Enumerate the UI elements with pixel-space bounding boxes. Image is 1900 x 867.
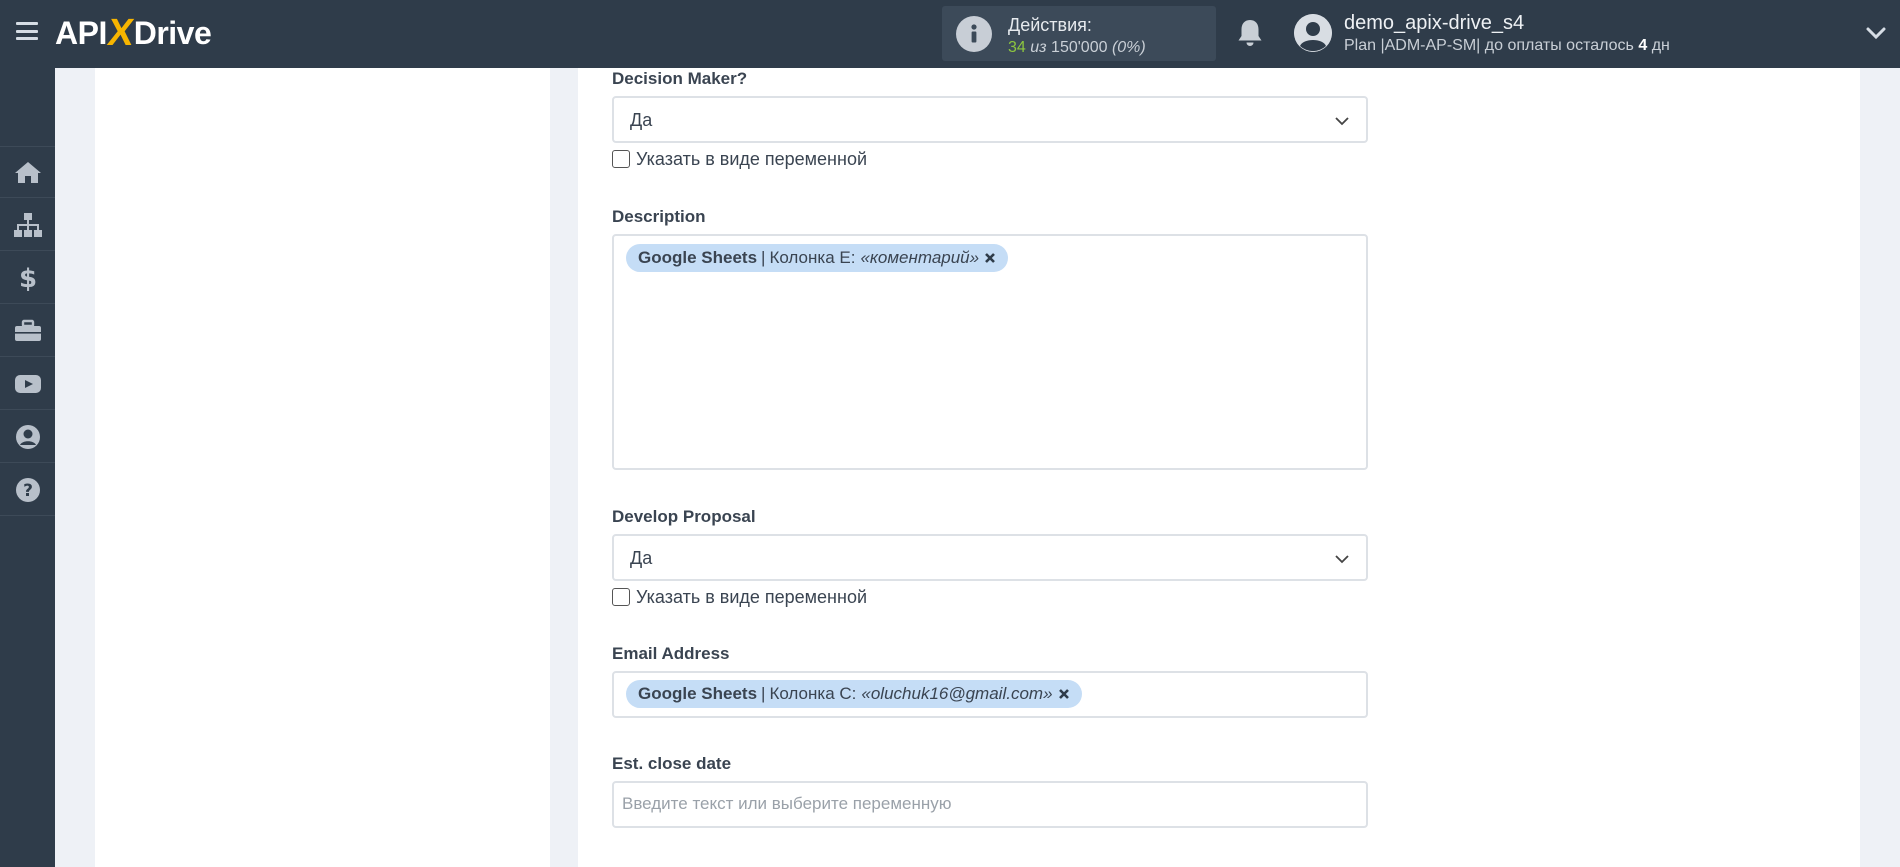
tag-separator: | [761,684,766,703]
develop-proposal-value: Да [630,548,653,568]
develop-proposal-select[interactable]: Да [612,534,1368,581]
chevron-down-icon [1335,117,1349,126]
svg-text:?: ? [23,481,33,501]
actions-total: 150'000 [1051,39,1108,56]
question-circle-icon: ? [15,477,40,502]
sitemap-icon [13,212,42,237]
sidebar: $ ? [0,68,55,867]
decision-maker-variable-label: Указать в виде переменной [636,148,868,169]
develop-proposal-label: Develop Proposal [612,507,756,526]
svg-text:$: $ [18,264,36,292]
email-address-label: Email Address [612,644,730,663]
dollar-icon: $ [18,264,36,292]
sidebar-item-billing[interactable]: $ [0,252,55,304]
email-address-field[interactable]: Google Sheets | Колонка C: «oluchuk16@gm… [612,671,1368,718]
plan-text: Plan |ADM-AP-SM| до оплаты осталось [1344,37,1634,54]
sidebar-item-help[interactable]: ? [0,464,55,516]
plan-days: 4 [1638,37,1648,54]
actions-used: 34 [1008,39,1026,56]
user-name[interactable]: demo_apix-drive_s4 [1344,12,1524,35]
top-bar: APIXDrive Действия: 34 из 150'000 (0%) [0,0,1900,68]
actions-counter[interactable]: Действия: 34 из 150'000 (0%) [942,6,1216,61]
user-circle-icon [15,424,40,449]
sidebar-item-video[interactable] [0,358,55,410]
logo-text-api: API [55,14,107,51]
decision-maker-variable-row: Указать в виде переменной [612,148,867,170]
actions-count: 34 из 150'000 (0%) [1008,39,1146,57]
sidebar-item-home[interactable] [0,146,55,198]
decision-maker-label: Decision Maker? [612,69,748,88]
tag-source: Google Sheets [638,684,758,703]
tag-sample: «коментарий» [860,248,980,267]
sidebar-item-profile[interactable] [0,411,55,463]
decision-maker-select[interactable]: Да [612,96,1368,143]
youtube-icon [14,374,41,393]
description-label: Description [612,207,706,226]
variable-tag[interactable]: Google Sheets | Колонка E: «коментарий» [626,244,1009,272]
briefcase-icon [14,319,41,341]
decision-maker-value: Да [630,110,653,130]
develop-proposal-variable-checkbox[interactable] [612,588,630,606]
sidebar-item-services[interactable] [0,305,55,357]
tag-sample: «oluchuk16@gmail.com» [861,684,1053,703]
tag-source: Google Sheets [638,248,758,267]
tag-column: Колонка C: [769,684,857,703]
develop-proposal-variable-row: Указать в виде переменной [612,586,867,608]
chevron-down-icon[interactable] [1865,24,1887,42]
tag-column: Колонка E: [769,248,856,267]
actions-of: из [1030,39,1047,56]
bell-icon[interactable] [1235,17,1265,49]
variable-tag[interactable]: Google Sheets | Колонка C: «oluchuk16@gm… [626,680,1082,708]
left-panel [95,68,550,867]
sidebar-item-connections[interactable] [0,199,55,251]
actions-percent: (0%) [1111,39,1146,56]
develop-proposal-variable-label: Указать в виде переменной [636,586,868,607]
close-icon[interactable] [1058,688,1070,700]
plan-days-unit: дн [1651,37,1670,54]
decision-maker-variable-checkbox[interactable] [612,150,630,168]
actions-title: Действия: [1008,15,1092,35]
avatar[interactable] [1294,14,1332,52]
description-field[interactable]: Google Sheets | Колонка E: «коментарий» [612,234,1368,470]
est-close-date-placeholder: Введите текст или выберите переменную [622,794,952,813]
menu-toggle-icon[interactable] [16,22,38,40]
user-plan: Plan |ADM-AP-SM| до оплаты осталось 4 дн [1344,37,1670,55]
home-icon [14,162,41,183]
logo-text-drive: Drive [133,14,212,51]
info-icon [956,16,992,52]
est-close-date-field[interactable]: Введите текст или выберите переменную [612,781,1368,828]
est-close-date-label: Est. close date [612,754,732,773]
logo-text-x: X [104,11,136,54]
chevron-down-icon [1335,555,1349,564]
logo[interactable]: API X Drive [55,11,212,55]
tag-separator: | [761,248,766,267]
close-icon[interactable] [984,252,996,264]
